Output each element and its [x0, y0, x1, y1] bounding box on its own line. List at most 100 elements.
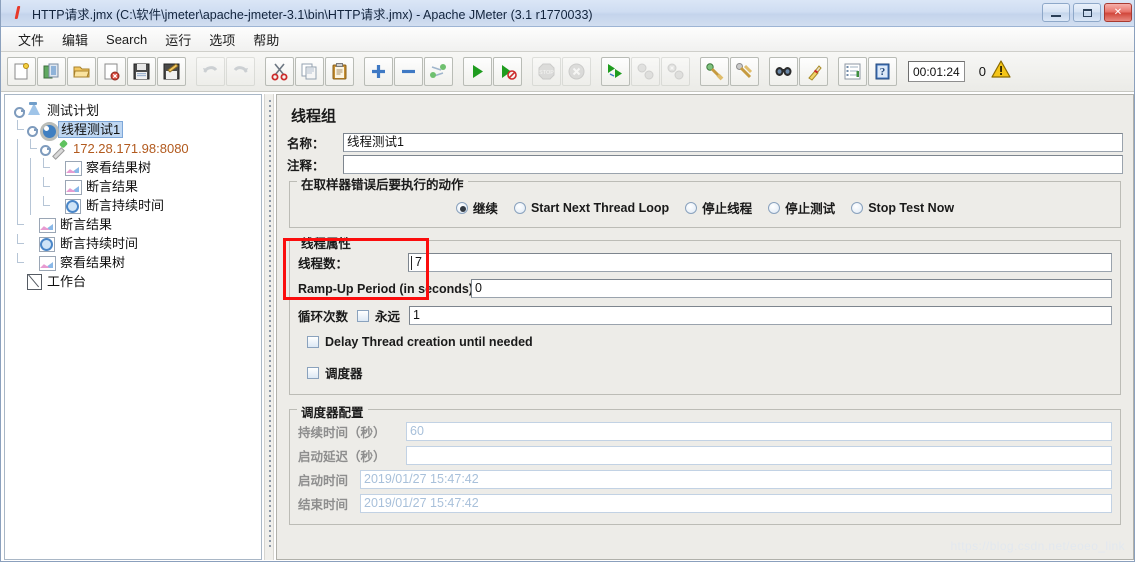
assertion-results-icon — [63, 178, 82, 195]
tree-node-label: 断言持续时间 — [60, 236, 139, 251]
menu-edit[interactable]: 编辑 — [53, 28, 97, 51]
startup-delay-label: 启动延迟（秒） — [298, 450, 386, 464]
tree-node[interactable]: 断言结果 — [11, 215, 261, 234]
tree-node[interactable]: 线程测试1 — [11, 120, 261, 141]
test-plan-tree[interactable]: 测试计划 线程测试1 172.28.171.98:8080 察看结果树 断言结果 断言持续… — [4, 94, 262, 560]
cut-icon[interactable] — [265, 57, 294, 86]
minimize-button[interactable] — [1042, 3, 1070, 22]
scheduler-checkbox[interactable]: 调度器 — [307, 363, 1112, 382]
paste-icon[interactable] — [325, 57, 354, 86]
start-icon[interactable] — [463, 57, 492, 86]
maximize-button[interactable] — [1073, 3, 1101, 22]
on-error-radio[interactable]: 继续 — [455, 198, 498, 217]
tree-guide — [24, 139, 37, 158]
expand-all-icon[interactable] — [364, 57, 393, 86]
on-error-radio[interactable]: 停止线程 — [685, 198, 752, 217]
menu-run[interactable]: 运行 — [156, 28, 200, 51]
start-no-pauses-icon[interactable] — [493, 57, 522, 86]
scheduler-checkbox-box — [307, 366, 319, 379]
loop-count-input[interactable]: 1 — [409, 306, 1112, 325]
minimize-icon — [1051, 14, 1061, 17]
save-as-icon[interactable] — [157, 57, 186, 86]
comment-input[interactable] — [343, 155, 1123, 174]
copy-icon[interactable] — [295, 57, 324, 86]
toolbar-separator — [592, 57, 601, 86]
tree-expander-icon[interactable] — [11, 101, 25, 120]
startup-delay-row: 启动延迟（秒） — [298, 446, 1112, 465]
tree-node[interactable]: 察看结果树 — [11, 158, 261, 177]
collapse-all-icon[interactable] — [394, 57, 423, 86]
help-icon[interactable]: ? — [868, 57, 897, 86]
name-input[interactable]: 线程测试1 — [343, 133, 1123, 152]
thread-count-input[interactable]: 7 — [408, 253, 1112, 272]
tree-node[interactable]: 断言结果 — [11, 177, 261, 196]
thread-properties-group: 线程属性 线程数： 7 Ramp-Up Period (in seconds):… — [289, 233, 1121, 395]
on-error-radio[interactable]: 停止测试 — [768, 198, 835, 217]
toolbar-separator — [454, 57, 463, 86]
tree-guide — [11, 139, 24, 158]
name-label: 名称： — [287, 137, 325, 151]
split-divider[interactable] — [264, 94, 274, 560]
function-helper-icon[interactable] — [838, 57, 867, 86]
tree-node[interactable]: 断言持续时间 — [11, 234, 261, 253]
ramp-up-label: Ramp-Up Period (in seconds): — [298, 281, 478, 296]
toggle-icon[interactable] — [424, 57, 453, 86]
close-button[interactable]: ✕ — [1104, 3, 1132, 22]
menu-file[interactable]: 文件 — [9, 28, 53, 51]
search-icon[interactable] — [769, 57, 798, 86]
tree-node[interactable]: 断言持续时间 — [11, 196, 261, 215]
tree-expander-icon[interactable] — [24, 120, 38, 139]
thread-properties-title: 线程属性 — [297, 233, 356, 252]
menu-help[interactable]: 帮助 — [244, 28, 288, 51]
page-title: 线程组 — [291, 108, 337, 125]
delay-thread-creation-checkbox-box — [307, 336, 319, 348]
tree-node[interactable]: 工作台 — [11, 272, 261, 291]
scheduler-config-group: 调度器配置 持续时间（秒） 60 启动延迟（秒） 启动时间 2019/01/27… — [289, 402, 1121, 525]
comment-row: 注释： — [287, 155, 1123, 174]
loop-count-row: 循环次数 永远 1 — [298, 306, 1112, 325]
close-icon[interactable] — [97, 57, 126, 86]
start-time-input[interactable]: 2019/01/27 15:47:42 — [360, 470, 1112, 489]
tree-node[interactable]: 察看结果树 — [11, 253, 261, 272]
templates-icon[interactable] — [37, 57, 66, 86]
tree-guide — [11, 215, 24, 234]
ramp-up-input[interactable]: 0 — [471, 279, 1112, 298]
tree-node-label: 断言持续时间 — [86, 198, 165, 213]
http-sampler-icon — [50, 140, 69, 157]
on-error-radio[interactable]: Start Next Thread Loop — [513, 201, 669, 215]
end-time-input[interactable]: 2019/01/27 15:47:42 — [360, 494, 1112, 513]
toolbar-separator — [355, 57, 364, 86]
clear-all-icon[interactable] — [730, 57, 759, 86]
remote-start-all-icon[interactable] — [601, 57, 630, 86]
delay-thread-creation-checkbox[interactable]: Delay Thread creation until needed — [307, 335, 1112, 349]
window-title: HTTP请求.jmx (C:\软件\jmeter\apache-jmeter-3… — [32, 7, 593, 22]
toolbar-separator — [187, 57, 196, 86]
startup-delay-input[interactable] — [406, 446, 1112, 465]
open-icon[interactable] — [67, 57, 96, 86]
redo-icon — [226, 57, 255, 86]
warning-triangle-icon[interactable] — [991, 60, 1011, 83]
menu-options[interactable]: 选项 — [200, 28, 244, 51]
tree-node[interactable]: 172.28.171.98:8080 — [11, 139, 261, 158]
stop-icon: STOP — [532, 57, 561, 86]
on-error-radio[interactable]: Stop Test Now — [851, 201, 954, 215]
jmeter-window: HTTP请求.jmx (C:\软件\jmeter\apache-jmeter-3… — [0, 0, 1135, 562]
save-icon[interactable] — [127, 57, 156, 86]
duration-input[interactable]: 60 — [406, 422, 1112, 441]
clear-icon[interactable] — [700, 57, 729, 86]
tree-node[interactable]: 测试计划 — [11, 101, 261, 120]
reset-search-icon[interactable] — [799, 57, 828, 86]
tree-node-label: 测试计划 — [47, 103, 100, 118]
thread-count-row: 线程数： 7 — [298, 253, 1112, 272]
new-icon[interactable] — [7, 57, 36, 86]
menu-search[interactable]: Search — [97, 30, 156, 49]
toolbar-separator — [523, 57, 532, 86]
forever-checkbox[interactable]: 永远 — [357, 306, 400, 325]
tree-expander-icon[interactable] — [37, 139, 51, 158]
tree-nodes: 测试计划 线程测试1 172.28.171.98:8080 察看结果树 断言结果 断言持续… — [5, 95, 261, 291]
radio-button-icon — [455, 201, 468, 214]
on-error-radio-label: 停止测试 — [785, 202, 836, 216]
radio-button-icon — [851, 201, 864, 214]
